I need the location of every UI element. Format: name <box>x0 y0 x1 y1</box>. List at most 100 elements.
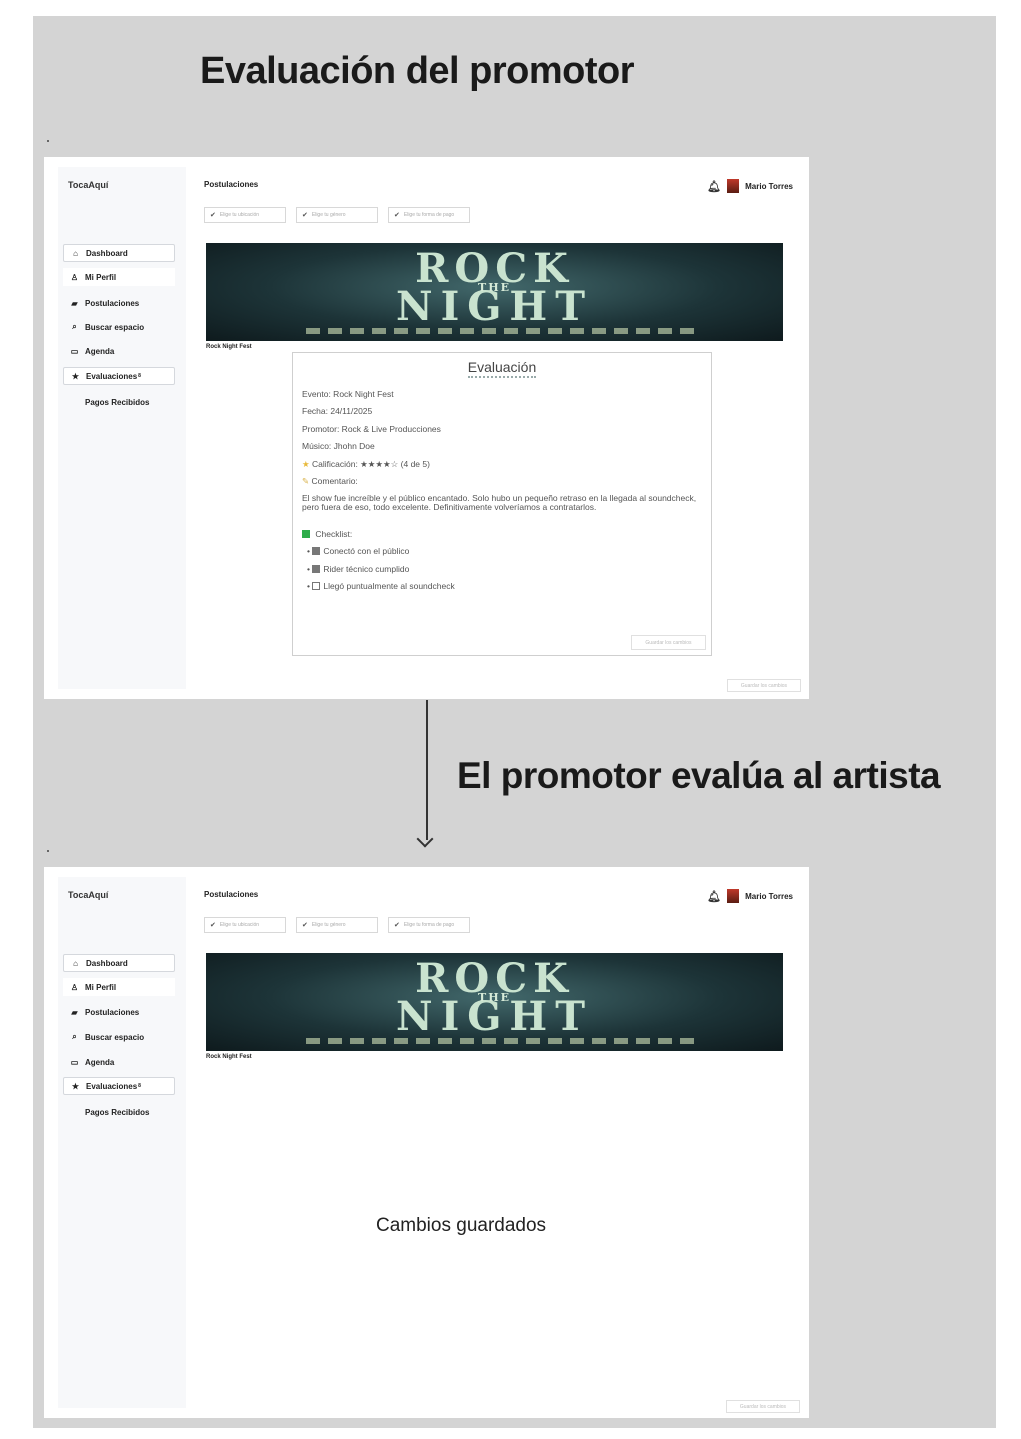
filter-label: Elige tu género <box>311 922 346 928</box>
sidebar-item-dashboard[interactable]: ⌂ Dashboard <box>63 954 175 972</box>
comment-text: El show fue increíble y el público encan… <box>302 493 697 512</box>
sidebar-item-label: Dashboard <box>86 248 128 258</box>
brand-logo: TocaAquí <box>68 180 109 190</box>
banner-details-strip <box>306 328 696 334</box>
check-icon: ✔ <box>394 922 400 929</box>
filter-location[interactable]: ✔ Elige tu ubicación <box>204 917 286 933</box>
banner-title-the: THE <box>478 281 511 294</box>
sidebar-item-label: Dashboard <box>86 958 128 968</box>
page-title: Postulaciones <box>204 180 259 189</box>
save-button[interactable]: Guardar los cambios <box>631 635 706 650</box>
checklist-label-text: Checklist: <box>315 529 353 539</box>
check-icon: ✔ <box>210 922 216 929</box>
sidebar-item-label: Pagos Recibidos <box>85 1107 150 1117</box>
check-icon: ✔ <box>302 922 308 929</box>
bell-icon[interactable]: 🔔︎ <box>707 180 721 193</box>
page-save-button[interactable]: Guardar los cambios <box>726 1400 800 1413</box>
checkbox-checked[interactable] <box>312 547 321 555</box>
checklist-item-label: Llegó puntualmente al soundcheck <box>323 581 455 591</box>
filter-payment[interactable]: ✔ Elige tu forma de pago <box>388 917 470 933</box>
checkbox-checked[interactable] <box>312 565 321 573</box>
sidebar: TocaAquí ⌂ Dashboard ♙ Mi Perfil ▰ Postu… <box>58 167 186 689</box>
search-icon: ⌕ <box>72 1032 77 1041</box>
date-field: Fecha: 24/11/2025 <box>302 406 373 416</box>
screen-changes-saved: TocaAquí ⌂ Dashboard ♙ Mi Perfil ▰ Postu… <box>44 867 809 1418</box>
checklist-item[interactable]: • Llegó puntualmente al soundcheck <box>307 581 455 591</box>
flow-arrow-line <box>426 700 428 840</box>
filter-genre[interactable]: ✔ Elige tu género <box>296 917 378 933</box>
sidebar-item-pagos-recibidos[interactable]: Pagos Recibidos <box>63 1103 175 1121</box>
filter-bar: ✔ Elige tu ubicación ✔ Elige tu género ✔ El… <box>204 917 480 933</box>
notification-badge: 8 <box>138 373 141 379</box>
main-heading: Evaluación del promotor <box>200 50 635 92</box>
brand-logo: TocaAquí <box>68 890 109 900</box>
sidebar-item-agenda[interactable]: ▭ Agenda <box>63 1053 175 1071</box>
sidebar-item-label: Agenda <box>85 346 115 356</box>
sidebar-item-label: Pagos Recibidos <box>85 397 150 407</box>
banner-details-strip <box>306 1038 696 1044</box>
star-icon: ★ <box>71 371 80 381</box>
sidebar-item-buscar-espacio[interactable]: ⌕ Buscar espacio <box>63 318 175 336</box>
sidebar-item-mi-perfil[interactable]: ♙ Mi Perfil <box>63 978 175 996</box>
sidebar-item-mi-perfil[interactable]: ♙ Mi Perfil <box>63 268 175 286</box>
star-icon: ★ <box>302 459 310 469</box>
sidebar-item-label: Buscar espacio <box>85 322 145 332</box>
folder-icon: ▰ <box>71 1007 78 1017</box>
folder-icon: ▰ <box>71 298 78 308</box>
notification-badge: 8 <box>138 1083 141 1089</box>
user-menu[interactable]: 🔔︎ Mario Torres <box>707 179 793 193</box>
rating-field: ★ Calificación: ★★★★☆ (4 de 5) <box>302 459 430 470</box>
sidebar-item-evaluaciones[interactable]: ★ Evaluaciones 8 <box>63 1077 175 1095</box>
filter-genre[interactable]: ✔ Elige tu género <box>296 207 378 223</box>
filter-location[interactable]: ✔ Elige tu ubicación <box>204 207 286 223</box>
sidebar: TocaAquí ⌂ Dashboard ♙ Mi Perfil ▰ Postu… <box>58 877 186 1408</box>
filter-label: Elige tu forma de pago <box>403 212 455 218</box>
checklist-item[interactable]: • Rider técnico cumplido <box>307 564 409 574</box>
sidebar-item-postulaciones[interactable]: ▰ Postulaciones <box>63 294 175 312</box>
sidebar-item-evaluaciones[interactable]: ★ Evaluaciones 8 <box>63 367 175 385</box>
marker-dot <box>47 140 49 142</box>
sidebar-item-label: Postulaciones <box>85 1007 140 1017</box>
sidebar-item-agenda[interactable]: ▭ Agenda <box>63 342 175 360</box>
star-icon: ★ <box>71 1081 80 1091</box>
filter-payment[interactable]: ✔ Elige tu forma de pago <box>388 207 470 223</box>
check-icon: ✔ <box>394 212 400 219</box>
evaluation-card: Evaluación Evento: Rock Night Fest Fecha… <box>292 352 712 656</box>
comment-label-text: Comentario: <box>311 476 358 486</box>
filter-label: Elige tu ubicación <box>219 212 260 218</box>
page-save-button[interactable]: Guardar los cambios <box>727 679 801 692</box>
checklist-label: Checklist: <box>302 529 352 539</box>
search-icon: ⌕ <box>72 322 77 331</box>
sidebar-item-buscar-espacio[interactable]: ⌕ Buscar espacio <box>63 1028 175 1046</box>
sidebar-item-label: Evaluaciones <box>86 371 138 381</box>
sidebar-item-pagos-recibidos[interactable]: Pagos Recibidos <box>63 393 175 411</box>
sidebar-item-label: Buscar espacio <box>85 1032 145 1042</box>
user-icon: ♙ <box>70 272 79 282</box>
checklist-item[interactable]: • Conectó con el público <box>307 546 409 556</box>
filter-bar: ✔ Elige tu ubicación ✔ Elige tu género ✔ El… <box>204 207 480 223</box>
sidebar-item-label: Postulaciones <box>85 298 140 308</box>
event-field: Evento: Rock Night Fest <box>302 389 394 399</box>
promoter-field: Promotor: Rock & Live Producciones <box>302 424 441 434</box>
checkbox-unchecked[interactable] <box>312 582 321 590</box>
bell-icon[interactable]: 🔔︎ <box>707 890 721 903</box>
check-icon: ✔ <box>302 212 308 219</box>
check-icon: ✔ <box>210 212 216 219</box>
flow-label: El promotor evalúa al artista <box>457 755 941 796</box>
home-icon: ⌂ <box>73 248 78 258</box>
sidebar-item-postulaciones[interactable]: ▰ Postulaciones <box>63 1003 175 1021</box>
checklist-item-label: Rider técnico cumplido <box>323 564 410 574</box>
sidebar-item-label: Evaluaciones <box>86 1081 138 1091</box>
banner-caption: Rock Night Fest <box>206 344 252 350</box>
screen-evaluation-form: TocaAquí ⌂ Dashboard ♙ Mi Perfil ▰ Postu… <box>44 157 809 699</box>
user-name: Mario Torres <box>745 181 793 191</box>
banner-caption: Rock Night Fest <box>206 1054 252 1060</box>
home-icon: ⌂ <box>73 958 78 968</box>
sidebar-item-label: Mi Perfil <box>85 982 117 992</box>
user-icon: ♙ <box>70 982 79 992</box>
calendar-icon: ▭ <box>70 346 79 356</box>
banner-title-the: THE <box>478 991 511 1004</box>
sidebar-item-dashboard[interactable]: ⌂ Dashboard <box>63 244 175 262</box>
rating-text: Calificación: ★★★★☆ (4 de 5) <box>312 459 430 469</box>
user-menu[interactable]: 🔔︎ Mario Torres <box>707 889 793 903</box>
